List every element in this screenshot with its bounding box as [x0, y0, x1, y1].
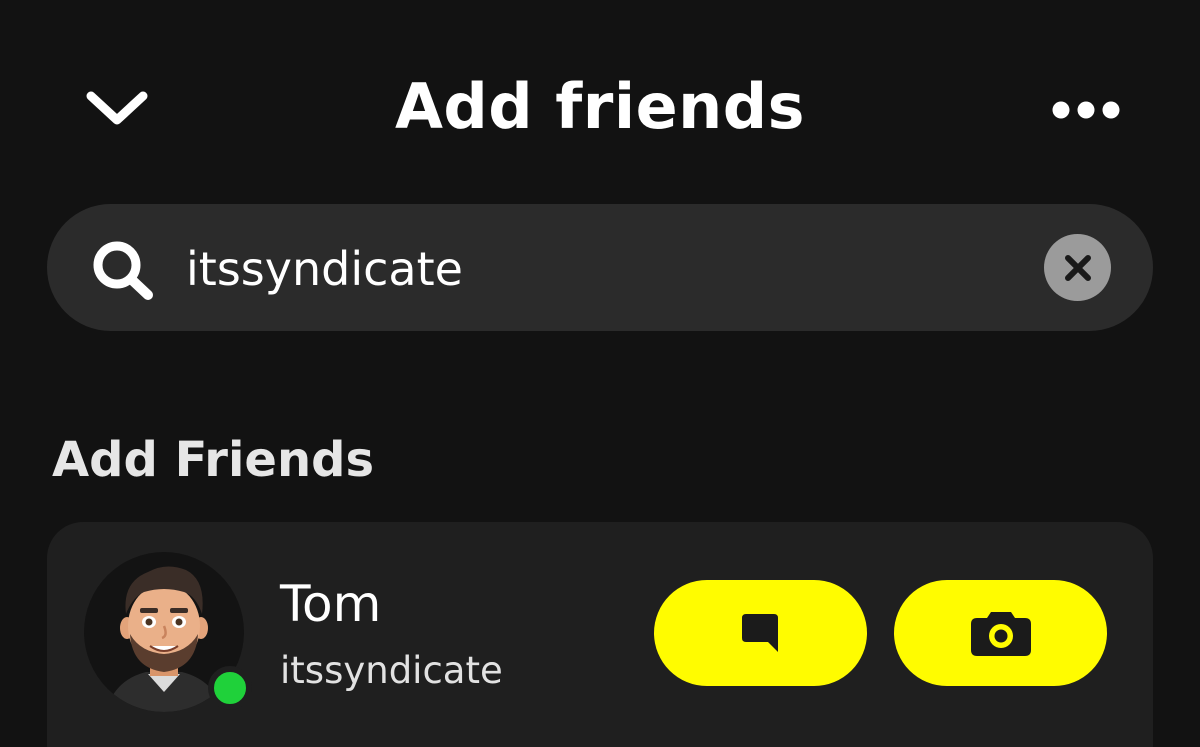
- friend-username: itssyndicate: [280, 649, 503, 692]
- online-status-indicator: [208, 666, 252, 710]
- add-friends-screen: Add friends Add Friends: [0, 0, 1200, 747]
- search-input[interactable]: [186, 230, 1006, 308]
- friend-name: Tom: [280, 575, 382, 633]
- camera-button[interactable]: [894, 580, 1107, 686]
- section-title: Add Friends: [52, 432, 375, 488]
- more-options-button[interactable]: [1046, 88, 1126, 132]
- camera-icon: [970, 612, 1031, 656]
- chat-button[interactable]: [654, 580, 867, 686]
- clear-x-icon: [1064, 254, 1091, 281]
- page-title: Add friends: [394, 70, 806, 143]
- clear-search-button[interactable]: [1044, 234, 1111, 301]
- header: Add friends: [0, 40, 1200, 170]
- chat-bubble-icon: [741, 614, 778, 652]
- more-dots-icon: [1052, 101, 1120, 119]
- search-icon: [93, 241, 153, 300]
